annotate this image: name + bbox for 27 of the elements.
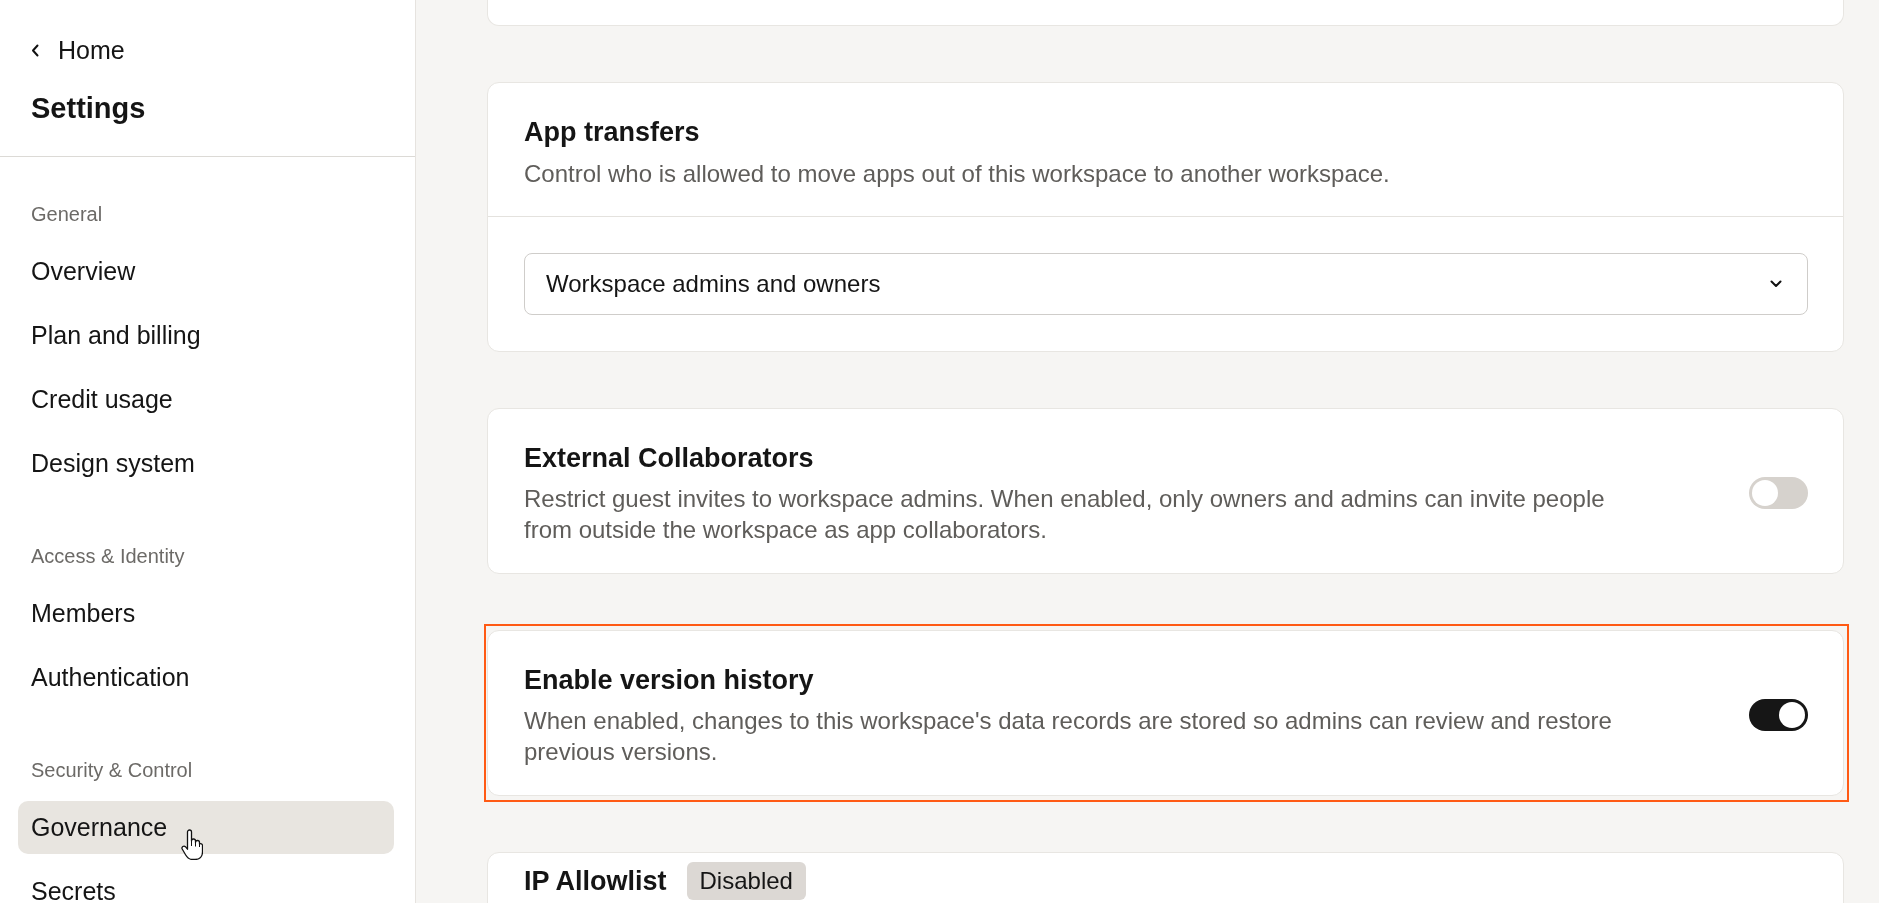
chevron-down-icon [1770, 280, 1782, 288]
status-badge: Disabled [686, 862, 806, 900]
sidebar-title: Settings [31, 91, 146, 126]
dropdown-select[interactable]: Workspace admins and owners [524, 253, 1808, 315]
chevron-left-icon [31, 43, 39, 57]
card-title: External Collaborators [524, 442, 815, 475]
sidebar-item[interactable]: Members [18, 587, 394, 640]
sidebar-item[interactable]: Secrets [18, 865, 394, 903]
card-title: Enable version history [524, 664, 815, 697]
group-label: Security & Control [31, 758, 193, 783]
sidebar-item[interactable]: Plan and billing [18, 309, 394, 362]
toggle-switch[interactable] [1749, 699, 1808, 731]
group-label: Access & Identity [31, 544, 185, 569]
sidebar-item[interactable]: Credit usage [18, 373, 394, 426]
sidebar-item[interactable]: Overview [18, 245, 394, 298]
group-label: General [31, 202, 103, 227]
card-title: IP Allowlist [524, 865, 667, 898]
home-link[interactable]: Home [31, 35, 125, 65]
sidebar-item[interactable]: Authentication [18, 651, 394, 704]
card-description: Restrict guest invites to workspace admins. When enabled, only owners and admins can invite people from outside the workspace as app collaborators. [524, 484, 1606, 545]
hand-cursor-icon [181, 829, 203, 860]
sidebar-item[interactable]: Design system [18, 437, 394, 490]
card-title: App transfers [524, 116, 701, 149]
sidebar-item[interactable]: Governance [18, 801, 394, 854]
toggle-switch[interactable] [1749, 477, 1808, 509]
card-description: Control who is allowed to move apps out of this workspace to another workspace. [524, 159, 1391, 189]
card-description: When enabled, changes to this workspace's data records are stored so admins can review and restore previous versions. [524, 706, 1613, 767]
